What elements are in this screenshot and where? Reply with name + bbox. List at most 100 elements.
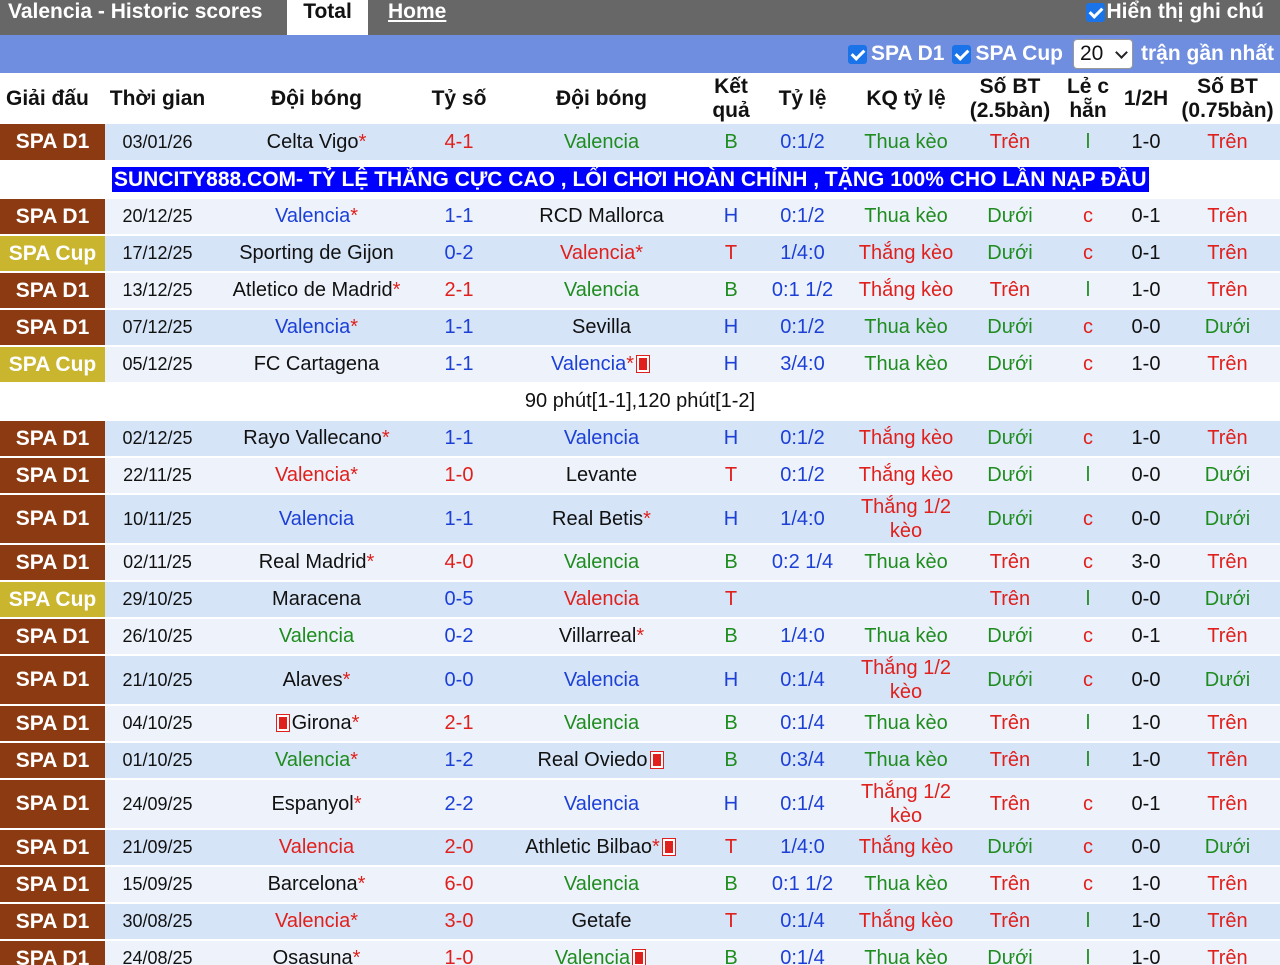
- home-team-cell[interactable]: FC Cartagena: [210, 346, 423, 384]
- home-team-cell[interactable]: Valencia*: [210, 457, 423, 495]
- league-badge[interactable]: SPA D1: [0, 309, 105, 347]
- match-score[interactable]: 1-1: [423, 346, 495, 384]
- away-team-cell[interactable]: Valencia: [495, 581, 708, 619]
- away-team-name: Valencia: [563, 551, 640, 573]
- league-badge[interactable]: SPA D1: [0, 544, 105, 582]
- checkbox-icon[interactable]: [1085, 3, 1105, 22]
- home-team-cell[interactable]: Espanyol*: [210, 779, 423, 830]
- home-team-cell[interactable]: Maracena: [210, 581, 423, 619]
- league-badge[interactable]: SPA D1: [0, 420, 105, 458]
- match-score[interactable]: 2-2: [423, 779, 495, 830]
- away-team-cell[interactable]: Valencia: [495, 940, 708, 965]
- odd-even-result: c: [1059, 198, 1117, 236]
- tab-total[interactable]: Total: [287, 0, 368, 35]
- league-badge[interactable]: SPA D1: [0, 829, 105, 867]
- league-badge[interactable]: SPA D1: [0, 618, 105, 656]
- match-score[interactable]: 1-1: [423, 309, 495, 347]
- home-team-cell[interactable]: Alaves*: [210, 655, 423, 706]
- away-team-cell[interactable]: Real Betis*: [495, 494, 708, 545]
- match-score[interactable]: 1-1: [423, 420, 495, 458]
- home-team-cell[interactable]: Atletico de Madrid*: [210, 272, 423, 310]
- away-team-cell[interactable]: Valencia: [495, 705, 708, 743]
- league-badge[interactable]: SPA D1: [0, 124, 105, 162]
- away-team-cell[interactable]: Valencia: [495, 420, 708, 458]
- half-time-score: 0-1: [1117, 779, 1175, 830]
- league-badge[interactable]: SPA D1: [0, 457, 105, 495]
- home-team-cell[interactable]: Real Madrid*: [210, 544, 423, 582]
- away-team-cell[interactable]: RCD Mallorca: [495, 198, 708, 236]
- home-team-cell[interactable]: Valencia: [210, 829, 423, 867]
- match-score[interactable]: 2-1: [423, 705, 495, 743]
- league-badge[interactable]: SPA D1: [0, 272, 105, 310]
- league-badge[interactable]: SPA Cup: [0, 235, 105, 273]
- match-score[interactable]: 0-0: [423, 655, 495, 706]
- home-team-cell[interactable]: Valencia*: [210, 309, 423, 347]
- match-score[interactable]: 1-1: [423, 494, 495, 545]
- league-badge[interactable]: SPA D1: [0, 903, 105, 941]
- home-team-cell[interactable]: Girona*: [210, 705, 423, 743]
- away-team-cell[interactable]: Valencia: [495, 655, 708, 706]
- home-team-cell[interactable]: Barcelona*: [210, 866, 423, 904]
- away-team-name: Valencia: [554, 947, 631, 965]
- home-team-cell[interactable]: Rayo Vallecano*: [210, 420, 423, 458]
- match-date: 01/10/25: [105, 742, 210, 780]
- away-team-cell[interactable]: Valencia: [495, 544, 708, 582]
- favorite-star: *: [651, 836, 660, 858]
- home-team-cell[interactable]: Valencia: [210, 618, 423, 656]
- match-score[interactable]: 1-2: [423, 742, 495, 780]
- away-team-cell[interactable]: Valencia*: [495, 235, 708, 273]
- league-badge[interactable]: SPA D1: [0, 742, 105, 780]
- odds-result: Thắng kèo: [851, 457, 961, 495]
- home-team-cell[interactable]: Osasuna*: [210, 940, 423, 965]
- away-team-cell[interactable]: Villarreal*: [495, 618, 708, 656]
- away-team-cell[interactable]: Valencia: [495, 779, 708, 830]
- home-team-cell[interactable]: Valencia*: [210, 198, 423, 236]
- red-card-icon: [661, 838, 676, 856]
- match-score[interactable]: 0-5: [423, 581, 495, 619]
- away-team-cell[interactable]: Valencia: [495, 272, 708, 310]
- match-score[interactable]: 3-0: [423, 903, 495, 941]
- home-team-cell[interactable]: Sporting de Gijon: [210, 235, 423, 273]
- league-badge[interactable]: SPA D1: [0, 705, 105, 743]
- match-score[interactable]: 0-2: [423, 618, 495, 656]
- home-team-cell[interactable]: Valencia*: [210, 742, 423, 780]
- checkbox-icon[interactable]: [952, 44, 972, 64]
- over-under-result: Dưới: [961, 618, 1059, 656]
- match-score[interactable]: 4-0: [423, 544, 495, 582]
- away-team-cell[interactable]: Levante: [495, 457, 708, 495]
- league-badge[interactable]: SPA D1: [0, 940, 105, 965]
- match-score[interactable]: 1-1: [423, 198, 495, 236]
- away-team-cell[interactable]: Athletic Bilbao*: [495, 829, 708, 867]
- match-score[interactable]: 6-0: [423, 866, 495, 904]
- home-team-cell[interactable]: Celta Vigo*: [210, 124, 423, 162]
- match-score[interactable]: 2-0: [423, 829, 495, 867]
- home-team-cell[interactable]: Valencia*: [210, 903, 423, 941]
- league-badge[interactable]: SPA D1: [0, 198, 105, 236]
- match-score[interactable]: 2-1: [423, 272, 495, 310]
- tab-home[interactable]: Home: [388, 0, 446, 35]
- away-team-cell[interactable]: Real Oviedo: [495, 742, 708, 780]
- match-score[interactable]: 1-0: [423, 940, 495, 965]
- away-team-name: Valencia: [563, 792, 640, 815]
- home-team-cell[interactable]: Valencia: [210, 494, 423, 545]
- league-badge[interactable]: SPA D1: [0, 866, 105, 904]
- away-team-cell[interactable]: Valencia*: [495, 346, 708, 384]
- checkbox-icon[interactable]: [847, 44, 867, 64]
- league-badge[interactable]: SPA D1: [0, 779, 105, 830]
- match-score[interactable]: 0-2: [423, 235, 495, 273]
- league-badge[interactable]: SPA Cup: [0, 346, 105, 384]
- away-team-cell[interactable]: Sevilla: [495, 309, 708, 347]
- half-time-score: 1-0: [1117, 272, 1175, 310]
- league-badge[interactable]: SPA D1: [0, 655, 105, 706]
- league-badge[interactable]: SPA D1: [0, 494, 105, 545]
- ad-banner-link[interactable]: SUNCITY888.COM- TỶ LỆ THẮNG CỰC CAO , LỐ…: [112, 167, 1149, 192]
- away-team-cell[interactable]: Getafe: [495, 903, 708, 941]
- away-team-cell[interactable]: Valencia: [495, 866, 708, 904]
- over-under-result: Dưới: [961, 829, 1059, 867]
- match-count-select[interactable]: 20: [1072, 39, 1133, 69]
- league-badge[interactable]: SPA Cup: [0, 581, 105, 619]
- match-score[interactable]: 1-0: [423, 457, 495, 495]
- away-team-cell[interactable]: Valencia: [495, 124, 708, 162]
- match-score[interactable]: 4-1: [423, 124, 495, 162]
- show-note-toggle[interactable]: Hiển thị ghi chú: [1085, 0, 1264, 32]
